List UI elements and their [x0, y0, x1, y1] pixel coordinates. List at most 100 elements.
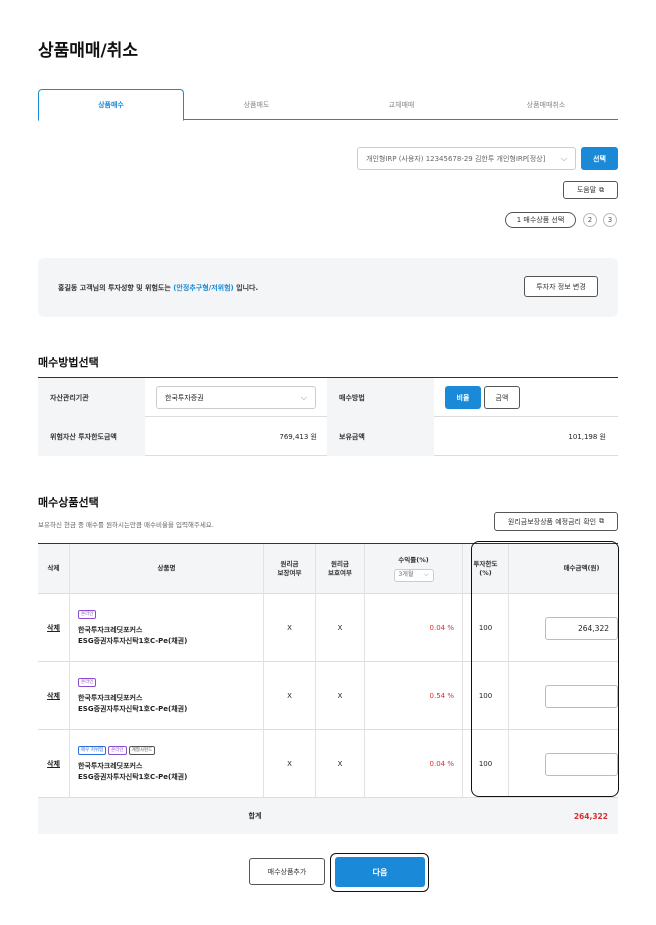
- account-select[interactable]: 개인형IRP (사용자) 12345678-29 김한투 개인형IRP[정상] …: [357, 147, 576, 170]
- method-table: 자산관리기관 한국투자증권 ⌵ 매수방법 비율 금액 위험자산 투자한도금액 7…: [38, 377, 618, 456]
- product-name-line1: 한국투자크레딧포커스: [78, 762, 143, 770]
- period-value: 3개월: [398, 570, 414, 578]
- add-product-button[interactable]: 매수상품추가: [249, 858, 325, 885]
- page-title: 상품매매/취소: [38, 41, 139, 61]
- notice-prefix: 홍길동 고객님의 투자성향 및 위험도는: [58, 284, 174, 292]
- buy-method-label: 매수방법: [327, 378, 434, 417]
- col-amount: 매수금액(원): [509, 544, 618, 594]
- account-select-value: 개인형IRP (사용자) 12345678-29 김한투 개인형IRP[정상]: [366, 154, 546, 163]
- product-name-line2: ESG증권자투자신탁1호C-Pe(채권): [78, 772, 188, 781]
- guarantee-rate-label: 원리금보장상품 예정금리 확인: [507, 517, 597, 526]
- tab-switch[interactable]: 교체매매: [329, 89, 474, 120]
- amount-cell: 264,322: [509, 594, 618, 662]
- amount-input[interactable]: [545, 752, 618, 776]
- step-2: 2: [583, 213, 597, 227]
- product-name-line1: 한국투자크레딧포커스: [78, 694, 143, 702]
- tab-cancel[interactable]: 상품매매취소: [474, 89, 618, 120]
- period-select[interactable]: 3개월 ⌵: [393, 568, 434, 582]
- col-protect: 원리금 보호여부: [316, 544, 365, 594]
- product-cell: 매우 저위험 온라인 계열사펀드 한국투자크레딧포커스 ESG증권자투자신탁1호…: [70, 730, 264, 798]
- notice-text: 홍길동 고객님의 투자성향 및 위험도는 (안정추구형/저위험) 입니다.: [58, 283, 258, 293]
- limit-value: 100: [463, 730, 509, 798]
- product-name-line2: ESG증권자투자신탁1호C-Pe(채권): [78, 704, 188, 713]
- table-row: 삭제 매우 저위험 온라인 계열사펀드 한국투자크레딧포커스 ESG증권자투자신…: [38, 730, 618, 798]
- risk-limit-label: 위험자산 투자한도금액: [38, 417, 145, 456]
- delete-link[interactable]: 삭제: [38, 594, 70, 662]
- amount-button[interactable]: 금액: [484, 386, 520, 409]
- tag-very-low-risk: 매우 저위험: [78, 746, 107, 755]
- guarantee-value: X: [264, 730, 316, 798]
- products-hint: 보유하신 현금 중 매수를 원하시는만큼 매수비율을 입력해주세요.: [38, 521, 214, 529]
- product-cell: 온라인 한국투자크레딧포커스 ESG증권자투자신탁1호C-Pe(채권): [70, 662, 264, 730]
- col-guarantee: 원리금 보장여부: [264, 544, 316, 594]
- delete-link[interactable]: 삭제: [38, 662, 70, 730]
- method-section-title: 매수방법선택: [38, 356, 99, 369]
- holding-label: 보유금액: [327, 417, 434, 456]
- col-amount-label: 매수금액(원): [563, 564, 600, 573]
- products-table: 삭제 상품명 원리금 보장여부 원리금 보호여부 수익률(%) 3개월 ⌵ 투자…: [38, 543, 618, 834]
- ratio-button[interactable]: 비율: [445, 386, 481, 409]
- product-cell: 온라인 한국투자크레딧포커스 ESG증권자투자신탁1호C-Pe(채권): [70, 594, 264, 662]
- amount-cell: [509, 662, 618, 730]
- tab-buy[interactable]: 상품매수: [38, 89, 184, 121]
- table-header: 삭제 상품명 원리금 보장여부 원리금 보호여부 수익률(%) 3개월 ⌵ 투자…: [38, 544, 618, 594]
- return-value: 0.04 %: [365, 594, 463, 662]
- asset-manager-select[interactable]: 한국투자증권 ⌵: [156, 386, 316, 409]
- protect-value: X: [316, 730, 365, 798]
- guarantee-rate-button[interactable]: 원리금보장상품 예정금리 확인 ⧉: [494, 512, 618, 531]
- method-row-1: 자산관리기관 한국투자증권 ⌵ 매수방법 비율 금액: [38, 378, 618, 417]
- chevron-down-icon: ⌵: [423, 570, 429, 578]
- chevron-down-icon: ⌵: [300, 392, 307, 402]
- tag-online: 온라인: [78, 610, 97, 619]
- product-tags: 매우 저위험 온라인 계열사펀드: [78, 746, 156, 755]
- products-section-title: 매수상품선택: [38, 496, 99, 509]
- col-limit: 투자한도 (%): [463, 544, 509, 594]
- tab-sell[interactable]: 상품매도: [184, 89, 329, 120]
- product-tags: 온라인: [78, 678, 97, 687]
- table-row: 삭제 온라인 한국투자크레딧포커스 ESG증권자투자신탁1호C-Pe(채권) X…: [38, 594, 618, 662]
- method-row-2: 위험자산 투자한도금액 769,413 원 보유금액 101,198 원: [38, 417, 618, 456]
- holding-value: 101,198 원: [568, 432, 606, 441]
- help-button[interactable]: 도움말 ⧉: [563, 181, 618, 199]
- guarantee-value: X: [264, 594, 316, 662]
- chevron-down-icon: ⌵: [560, 153, 567, 163]
- limit-value: 100: [463, 594, 509, 662]
- notice-suffix: 입니다.: [233, 284, 259, 292]
- asset-manager-label: 자산관리기관: [38, 378, 145, 417]
- help-button-label: 도움말: [576, 186, 597, 194]
- buy-method-cell: 비율 금액: [434, 378, 618, 417]
- product-tags: 온라인: [78, 610, 97, 619]
- col-return-label: 수익률(%): [398, 556, 429, 565]
- protect-value: X: [316, 594, 365, 662]
- next-button[interactable]: 다음: [335, 857, 425, 887]
- asset-manager-value: 한국투자증권: [165, 393, 204, 402]
- amount-input[interactable]: 264,322: [545, 616, 618, 640]
- tag-online: 온라인: [78, 678, 97, 687]
- account-select-button[interactable]: 선택: [581, 147, 618, 170]
- step-3: 3: [603, 213, 617, 227]
- tab-bar: 상품매수 상품매도 교체매매 상품매매취소: [38, 89, 618, 121]
- change-investor-info-button[interactable]: 투자자 정보 변경: [524, 276, 598, 297]
- return-value: 0.54 %: [365, 662, 463, 730]
- product-name-line2: ESG증권자투자신탁1호C-Pe(채권): [78, 636, 188, 645]
- tag-online: 온라인: [108, 746, 127, 755]
- popup-icon: ⧉: [599, 185, 605, 194]
- table-row: 삭제 온라인 한국투자크레딧포커스 ESG증권자투자신탁1호C-Pe(채권) X…: [38, 662, 618, 730]
- risk-profile: (안정추구형/저위험): [173, 284, 234, 292]
- total-row: 합계 264,322: [38, 798, 618, 834]
- col-delete: 삭제: [38, 544, 70, 594]
- amount-cell: [509, 730, 618, 798]
- step-current: 1 매수상품 선택: [505, 212, 576, 228]
- asset-manager-cell: 한국투자증권 ⌵: [145, 378, 327, 417]
- protect-value: X: [316, 662, 365, 730]
- col-name: 상품명: [70, 544, 264, 594]
- investor-notice: 홍길동 고객님의 투자성향 및 위험도는 (안정추구형/저위험) 입니다. 투자…: [38, 258, 618, 317]
- popup-icon: ⧉: [599, 517, 605, 525]
- return-value: 0.04 %: [365, 730, 463, 798]
- guarantee-value: X: [264, 662, 316, 730]
- limit-value: 100: [463, 662, 509, 730]
- col-return: 수익률(%) 3개월 ⌵: [365, 544, 463, 594]
- delete-link[interactable]: 삭제: [38, 730, 70, 798]
- total-value: 264,322: [573, 811, 608, 821]
- amount-input[interactable]: [545, 684, 618, 708]
